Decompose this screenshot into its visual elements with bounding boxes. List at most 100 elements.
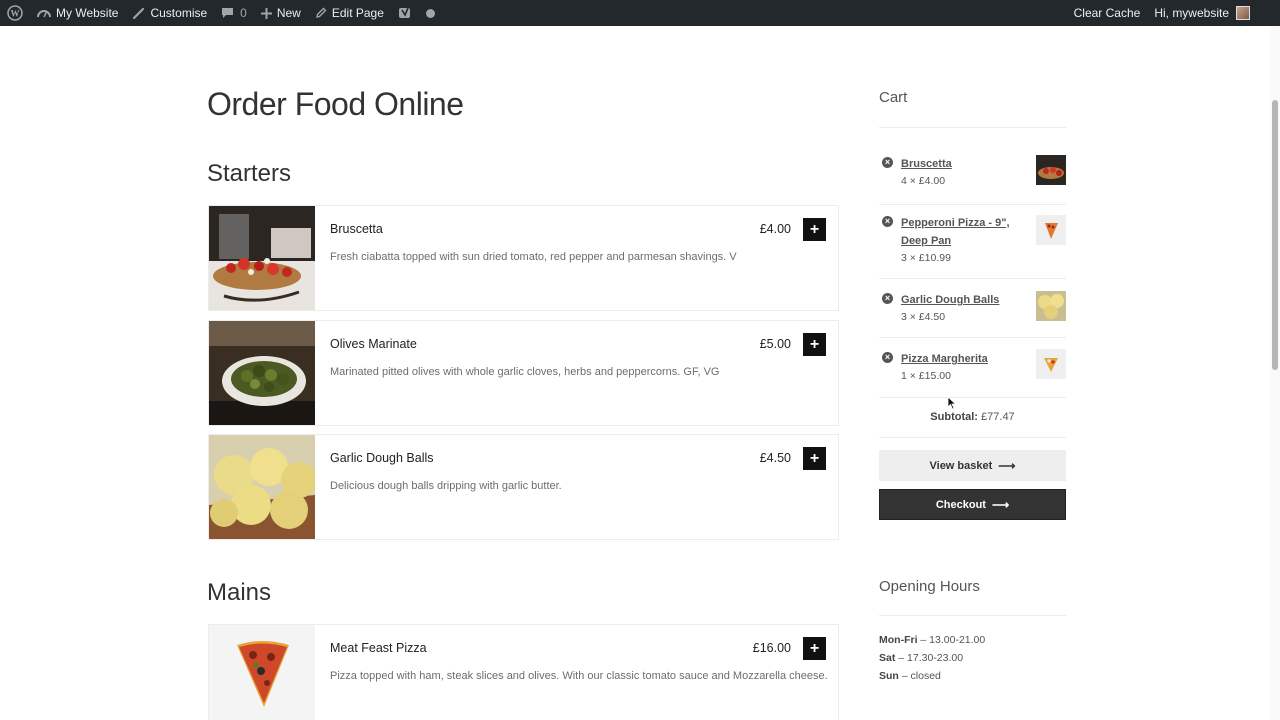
remove-item-icon[interactable]: × (882, 157, 893, 168)
garlic-dough-balls-image (209, 435, 315, 539)
menu-item-description: Pizza topped with ham, steak slices and … (330, 670, 828, 682)
cart-item: × Pepperoni Pizza - 9", Deep Pan 3 × £10… (879, 215, 1066, 270)
menu-item-card: Olives Marinate Marinated pitted olives … (208, 320, 839, 426)
menu-item-price: £4.00 (759, 222, 791, 236)
cart-item-quantity: 3 × £4.50 (901, 311, 946, 323)
menu-item-price: £4.50 (759, 451, 791, 465)
cart-item-link[interactable]: Pepperoni Pizza - 9", Deep Pan (901, 215, 1036, 250)
remove-item-icon[interactable]: × (882, 293, 893, 304)
cart-item-link[interactable]: Bruscetta (901, 156, 1036, 174)
cart-item-quantity: 3 × £10.99 (901, 252, 951, 264)
plus-icon (260, 7, 272, 19)
add-to-cart-button[interactable]: + (803, 218, 826, 241)
site-name-menu[interactable]: My Website (30, 0, 125, 26)
menu-item-description: Delicious dough balls dripping with garl… (330, 480, 562, 492)
hours-line: Sat – 17.30-23.00 (879, 652, 963, 664)
menu-item-card: Meat Feast Pizza Pizza topped with ham, … (208, 624, 839, 720)
avatar (1236, 6, 1250, 20)
cart-title: Cart (879, 89, 908, 106)
menu-item-name: Olives Marinate (330, 337, 417, 351)
pencil-icon (315, 7, 327, 18)
hours-time: – 17.30-23.00 (898, 652, 964, 664)
checkout-button[interactable]: Checkout ⟶ (879, 489, 1066, 520)
add-to-cart-button[interactable]: + (803, 447, 826, 470)
comments-count: 0 (240, 6, 247, 20)
admin-bar: W My Website Customise 0 New Edit Page C… (0, 0, 1280, 26)
clear-cache-label: Clear Cache (1073, 6, 1141, 20)
menu-item-card: Bruscetta Fresh ciabatta topped with sun… (208, 205, 839, 311)
hours-time: – closed (901, 670, 941, 682)
hours-line: Mon-Fri – 13.00-21.00 (879, 634, 985, 646)
clear-cache-button[interactable]: Clear Cache (1067, 0, 1148, 26)
customise-menu[interactable]: Customise (125, 0, 214, 26)
divider (879, 204, 1066, 205)
opening-hours-title: Opening Hours (879, 578, 980, 595)
comment-icon (222, 8, 234, 18)
page-title: Order Food Online (207, 86, 464, 122)
checkout-label: Checkout (935, 498, 986, 511)
hours-day: Sat (879, 652, 896, 664)
site-name-label: My Website (56, 6, 119, 20)
cart-item: × Pizza Margherita 1 × £15.00 (879, 349, 1066, 391)
edit-page-menu[interactable]: Edit Page (308, 0, 391, 26)
menu-item-price: £16.00 (752, 641, 791, 655)
menu-item-name: Meat Feast Pizza (330, 641, 427, 655)
page-scrollbar[interactable] (1270, 26, 1280, 720)
menu-item-description: Fresh ciabatta topped with sun dried tom… (330, 251, 737, 263)
pepperoni-pizza-thumbnail (1036, 215, 1066, 245)
dashboard-icon (37, 10, 51, 18)
add-to-cart-button[interactable]: + (803, 637, 826, 660)
scrollbar-thumb[interactable] (1272, 100, 1278, 370)
mouse-cursor-icon (947, 396, 957, 410)
arrow-right-icon: ⟶ (998, 458, 1016, 473)
olives-image (209, 321, 315, 425)
remove-item-icon[interactable]: × (882, 352, 893, 363)
yoast-seo-icon[interactable] (391, 0, 419, 26)
wordpress-logo-icon[interactable]: W (0, 0, 30, 26)
cart-item-link[interactable]: Garlic Dough Balls (901, 292, 1036, 310)
menu-item-name: Bruscetta (330, 222, 383, 236)
svg-text:W: W (11, 9, 20, 19)
hours-day: Sun (879, 670, 899, 682)
brush-icon (133, 7, 145, 19)
menu-item-name: Garlic Dough Balls (330, 451, 434, 465)
garlic-dough-balls-thumbnail (1036, 291, 1066, 321)
new-label: New (276, 6, 301, 20)
remove-item-icon[interactable]: × (882, 216, 893, 227)
divider (879, 397, 1066, 398)
section-title-mains: Mains (207, 579, 272, 606)
subtotal-value: £77.47 (981, 411, 1015, 423)
cart-item: × Garlic Dough Balls 3 × £4.50 (879, 291, 1066, 332)
seo-status-dot-icon[interactable] (419, 0, 442, 26)
hours-time: – 13.00-21.00 (920, 634, 986, 646)
menu-item-description: Marinated pitted olives with whole garli… (330, 366, 720, 378)
menu-item-price: £5.00 (759, 337, 791, 351)
arrow-right-icon: ⟶ (991, 497, 1010, 512)
cart-subtotal: Subtotal: £77.47 (879, 411, 1066, 423)
greeting-label: Hi, mywebsite (1154, 6, 1229, 20)
cart-item-quantity: 1 × £15.00 (901, 370, 951, 382)
hours-line: Sun – closed (879, 670, 941, 682)
section-title-starters: Starters (207, 160, 292, 187)
account-menu[interactable]: Hi, mywebsite (1147, 0, 1280, 26)
cart-item-quantity: 4 × £4.00 (901, 175, 946, 187)
divider (879, 278, 1066, 279)
new-content-menu[interactable]: New (254, 0, 308, 26)
view-basket-button[interactable]: View basket ⟶ (879, 450, 1066, 481)
divider (879, 437, 1066, 438)
view-basket-label: View basket (929, 459, 993, 472)
bruscetta-image (209, 206, 315, 310)
comments-menu[interactable]: 0 (214, 0, 254, 26)
divider (879, 127, 1066, 128)
divider (879, 337, 1066, 338)
divider (879, 615, 1066, 616)
bruscetta-thumbnail (1036, 155, 1066, 185)
customise-label: Customise (150, 6, 208, 20)
menu-item-card: Garlic Dough Balls Delicious dough balls… (208, 434, 839, 540)
cart-item-link[interactable]: Pizza Margherita (901, 351, 1036, 369)
cart-item: × Bruscetta 4 × £4.00 (879, 155, 1066, 196)
subtotal-label: Subtotal: (930, 411, 978, 423)
meat-feast-pizza-image (209, 625, 315, 720)
add-to-cart-button[interactable]: + (803, 333, 826, 356)
pizza-margherita-thumbnail (1036, 349, 1066, 379)
